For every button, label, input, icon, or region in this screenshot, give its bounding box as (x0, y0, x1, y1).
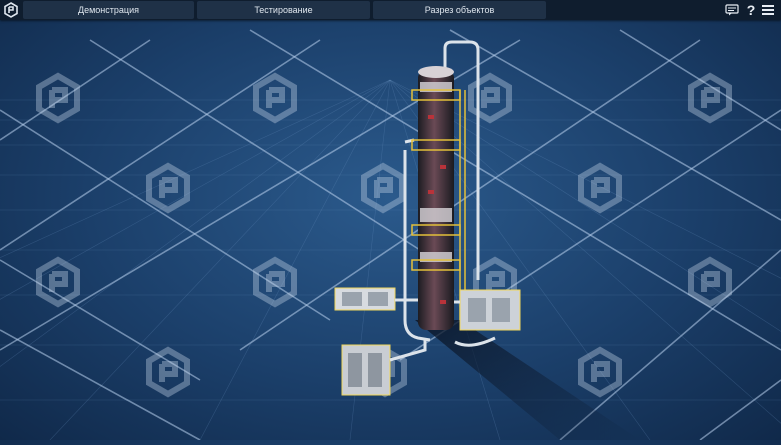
top-toolbar: Демонстрация Тестирование Разрез объекто… (0, 0, 781, 20)
heat-exchanger-lower[interactable] (341, 340, 427, 396)
chat-icon[interactable] (724, 2, 740, 18)
menu-icon[interactable] (760, 2, 776, 18)
3d-viewport[interactable] (0, 20, 781, 441)
tower-shadow (415, 320, 640, 440)
help-icon[interactable]: ? (743, 2, 759, 18)
scene-canvas (0, 29, 781, 441)
tab-object-section[interactable]: Разрез объектов (373, 1, 546, 19)
tab-testing[interactable]: Тестирование (197, 1, 370, 19)
tab-demonstration[interactable]: Демонстрация (23, 1, 194, 19)
app-logo-icon[interactable] (3, 2, 19, 18)
